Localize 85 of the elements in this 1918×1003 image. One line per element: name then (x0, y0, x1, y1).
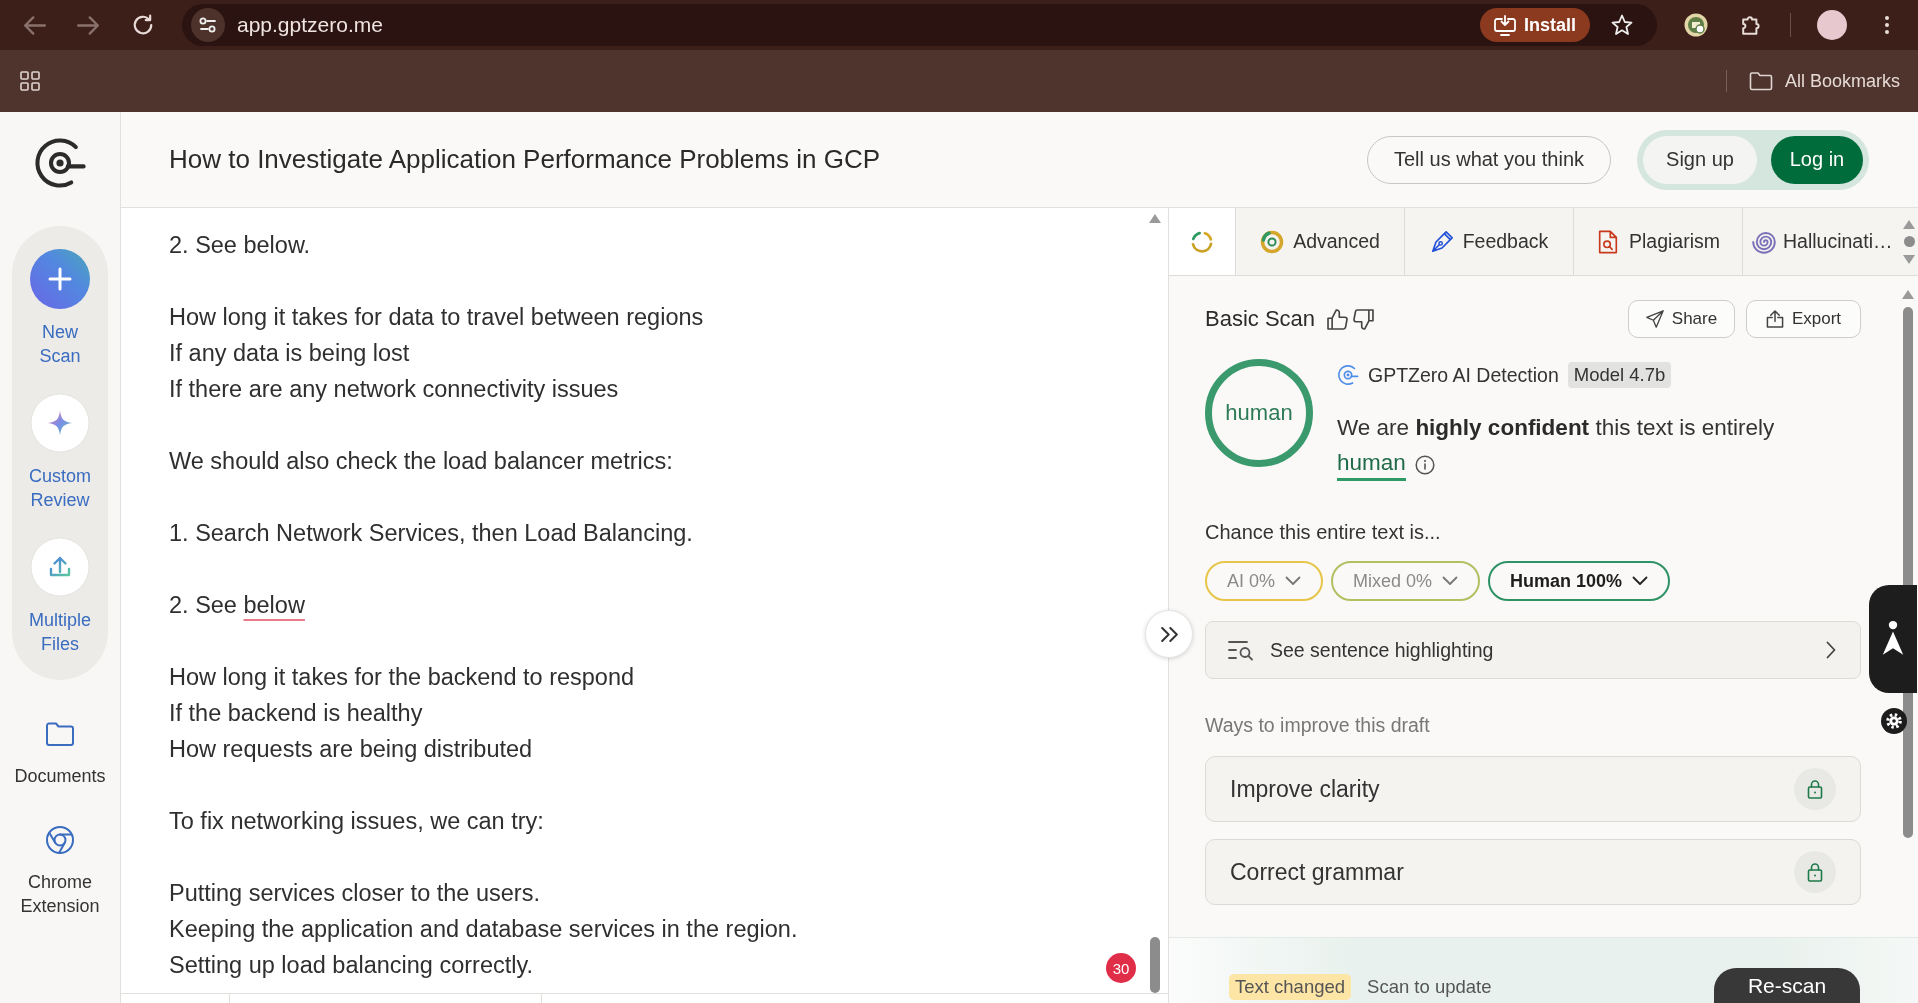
avatar[interactable] (1817, 10, 1847, 40)
rescan-button[interactable]: Re-scan (1714, 968, 1860, 1003)
spiral-icon (1752, 229, 1776, 254)
model-badge: Model 4.7b (1567, 362, 1672, 388)
text-line: Setting up load balancing correctly. (169, 951, 534, 980)
export-button[interactable]: Export (1746, 300, 1861, 338)
section-heading: Ways to improve this draft (1205, 715, 1431, 735)
browser-logo-icon (45, 825, 75, 855)
scan-title: Basic Scan (1205, 306, 1316, 332)
text-line: How requests are being distributed (169, 735, 533, 764)
plus-icon (30, 249, 90, 309)
star-icon[interactable] (1611, 14, 1633, 36)
text-line: Keeping the application and database services in the region. (169, 915, 798, 944)
extension-link[interactable]: Chrome Extension (20, 825, 100, 918)
sparkle-icon (30, 393, 90, 453)
chance-dropdown[interactable]: Human 100% (1488, 561, 1671, 601)
thumbs-up-icon[interactable] (1327, 308, 1349, 330)
chance-label: Chance this entire text is... (1205, 522, 1442, 542)
text-line: How long it takes for data to travel between regions (169, 303, 704, 332)
apps-grid-icon[interactable] (20, 71, 40, 91)
scrollbar-thumb[interactable] (1903, 236, 1915, 247)
sentence-highlighting-button[interactable]: See sentence highlighting (1205, 621, 1861, 679)
improvement-card[interactable]: Correct grammar (1205, 839, 1861, 905)
text-line: 1. Search Network Services, then Load Balancing. (169, 519, 693, 548)
multiple-files-button[interactable]: Multiple Files (29, 537, 91, 656)
document-title: How to Investigate Application Performance Problems in GCP (169, 144, 881, 175)
accessibility-button[interactable] (1869, 585, 1917, 693)
pen-nib-icon (1429, 229, 1454, 254)
text-line: 2. See below. (169, 231, 311, 260)
chevron-down-icon (1285, 576, 1302, 586)
text-changed-badge: Text changed (1229, 974, 1352, 1000)
lines-search-icon (1228, 639, 1256, 661)
share-button[interactable]: Share (1628, 300, 1735, 338)
all-bookmarks-button[interactable]: All Bookmarks (1748, 70, 1900, 92)
target-logo-icon (1337, 364, 1359, 386)
text-line: Putting services closer to the users. (169, 879, 540, 908)
info-icon[interactable] (1414, 454, 1435, 475)
chevron-right-icon (1826, 641, 1836, 659)
sliders-icon[interactable] (191, 8, 225, 42)
target-icon (1260, 229, 1285, 254)
sign-up-button[interactable]: Sign up (1643, 135, 1757, 184)
detector-name: GPTZero AI Detection (1368, 363, 1559, 387)
monitor-download-icon (1494, 14, 1516, 36)
scrollbar-thumb[interactable] (1150, 937, 1160, 993)
logo-icon[interactable] (33, 136, 87, 190)
scroll-up-arrow-icon[interactable] (1149, 214, 1161, 223)
text-line: We should also check the load balancer metrics: (169, 447, 673, 476)
verdict-text: We are highly confident this text is entirely (1337, 414, 1775, 442)
new-scan-button[interactable]: New Scan (30, 249, 90, 368)
settings-icon[interactable] (1881, 708, 1907, 734)
chevron-down-icon (1632, 576, 1649, 586)
url-text: app.gptzero.me (237, 13, 384, 37)
text-line: 2. See below (169, 591, 305, 620)
verdict-ring: human (1205, 359, 1313, 467)
puzzle-icon[interactable] (1741, 14, 1763, 36)
feedback-button[interactable]: Tell us what you think (1367, 135, 1611, 184)
box-arrow-up-icon (1765, 310, 1784, 328)
improvement-card[interactable]: Improve clarity (1205, 756, 1861, 822)
paper-plane-icon (1645, 310, 1664, 328)
more-menu-icon[interactable] (1884, 15, 1890, 35)
text-line: How long it takes for the backend to respond (169, 663, 635, 692)
custom-review-button[interactable]: Custom Review (29, 393, 91, 512)
document-search-icon (1596, 229, 1620, 254)
double-chevron-icon (1160, 626, 1178, 642)
install-button[interactable]: Install (1480, 8, 1590, 42)
status-message: Scan to update (1367, 975, 1492, 999)
round-emblem-icon[interactable] (1684, 13, 1708, 37)
documents-link[interactable]: Documents (14, 719, 106, 788)
issue-count-badge[interactable]: 30 (1106, 953, 1136, 983)
chevron-down-icon (1442, 576, 1459, 586)
log-in-button[interactable]: Log in (1771, 135, 1863, 184)
thumbs-down-icon[interactable] (1353, 308, 1375, 330)
upload-icon (30, 537, 90, 597)
segmented-ring-icon (1190, 229, 1214, 254)
scroll-up-arrow-icon[interactable] (1903, 219, 1915, 229)
text-line: To fix networking issues, we can try: (169, 807, 544, 836)
reload-icon[interactable] (132, 14, 154, 36)
scroll-up-arrow-icon[interactable] (1902, 290, 1914, 299)
text-line: If any data is being lost (169, 339, 410, 368)
scroll-down-arrow-icon[interactable] (1903, 254, 1915, 264)
text-line: If the backend is healthy (169, 699, 423, 728)
address-bar[interactable]: app.gptzero.me Install (182, 4, 1657, 46)
text-line: If there are any network connectivity issues (169, 375, 619, 404)
verdict-label: human (1337, 448, 1406, 481)
folder-icon (1748, 71, 1773, 91)
